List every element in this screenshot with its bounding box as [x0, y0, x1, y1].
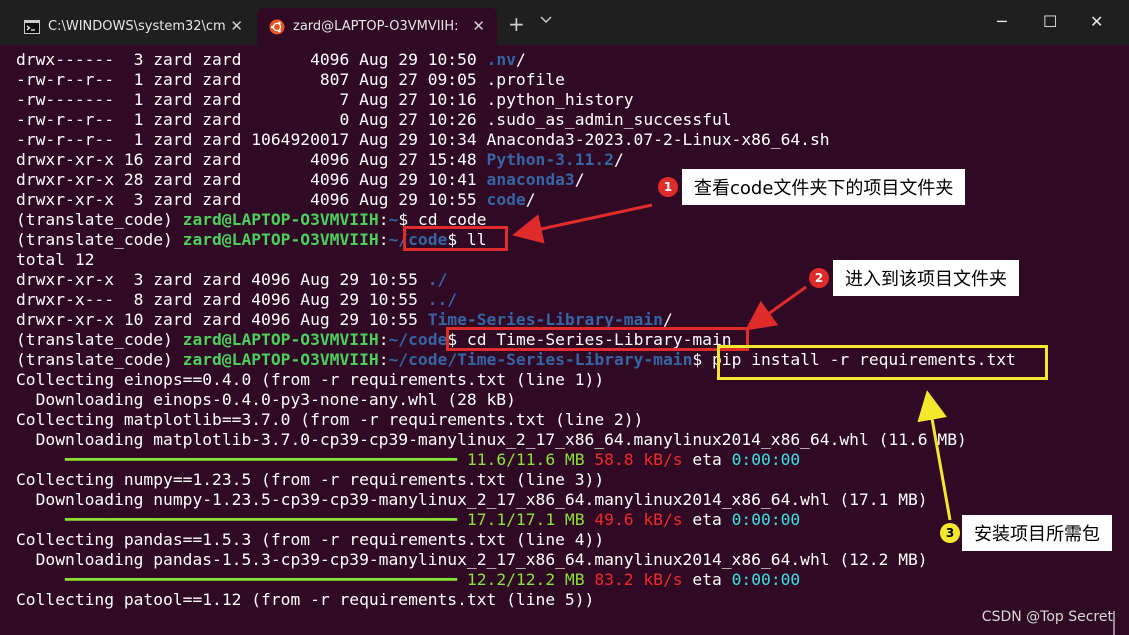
- arrow-2: [745, 285, 807, 331]
- annotation-badge-3: 3: [940, 523, 960, 543]
- annotation-label-1: 查看code文件夹下的项目文件夹: [682, 169, 966, 205]
- annotation-label-3: 安装项目所需包: [962, 515, 1112, 551]
- annotation-label-2: 进入到该项目文件夹: [833, 260, 1019, 296]
- watermark: CSDN @Top Secret: [981, 609, 1113, 625]
- annotation-badge-2: 2: [809, 268, 829, 288]
- annotation-arrows: [512, 203, 952, 521]
- arrow-3: [917, 390, 952, 521]
- arrow-1: [512, 203, 653, 244]
- annotation-badge-1: 1: [658, 177, 678, 197]
